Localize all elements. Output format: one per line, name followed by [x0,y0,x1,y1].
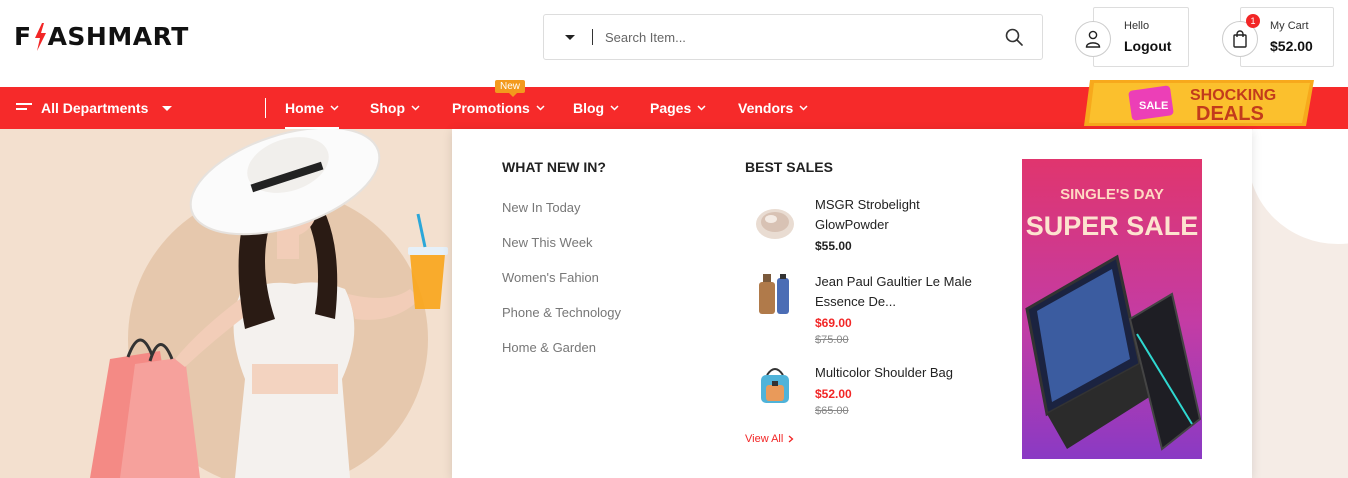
caret-down-icon [162,105,173,111]
nav-item-home[interactable]: Home [285,87,339,129]
product-item[interactable]: Multicolor Shoulder Bag $52.00 $65.00 [745,363,975,433]
whats-new-title: WHAT NEW IN? [502,159,606,175]
best-sales-title: BEST SALES [745,159,833,175]
chevron-down-icon [697,105,706,111]
product-price: $55.00 [815,239,852,253]
search-bar [543,14,1043,60]
chevron-down-icon [799,105,808,111]
logo[interactable]: F ASHMART [14,22,189,51]
account-greeting: Hello [1124,20,1150,32]
cart-widget[interactable]: 1 My Cart $52.00 [1222,7,1334,67]
banner-badge-text: SALE [1139,100,1168,112]
chevron-down-icon [411,105,420,111]
product-name[interactable]: MSGR Strobelight GlowPowder [815,195,985,235]
link-womens-fashion[interactable]: Women's Fahion [502,270,599,285]
new-badge: New [495,80,526,97]
product-item[interactable]: MSGR Strobelight GlowPowder $55.00 [745,195,975,265]
product-price: $69.00 [815,316,852,330]
shoulder-bag-image [761,368,789,403]
product-price: $52.00 [815,387,852,401]
banner-line1: SHOCKING [1190,87,1276,104]
all-departments-label: All Departments [41,100,149,116]
cart-label: My Cart [1270,20,1309,32]
nav-item-label: Blog [573,100,605,116]
chevron-down-icon [610,105,619,111]
menu-icon [16,103,32,110]
mega-menu: WHAT NEW IN? New In Today New This Week … [452,129,1252,478]
view-all-link[interactable]: View All [745,433,795,445]
lightning-bolt-icon [34,22,46,51]
perfume-bottle-image [759,274,789,314]
search-input[interactable] [605,29,985,45]
product-old-price: $75.00 [815,334,849,346]
nav-item-label: Promotions [452,100,530,116]
logo-text-right: ASHMART [47,22,189,51]
promo-banner[interactable]: SINGLE'S DAY SUPER SALE [1022,159,1202,459]
banner-line2: DEALS [1196,103,1264,125]
chevron-down-icon [536,105,545,111]
link-phone-technology[interactable]: Phone & Technology [502,305,621,320]
view-all-label: View All [745,433,784,445]
promo-line1: SINGLE'S DAY [1060,186,1164,203]
product-item[interactable]: Jean Paul Gaultier Le Male Essence De...… [745,272,975,346]
product-name[interactable]: Jean Paul Gaultier Le Male Essence De... [815,272,985,312]
cart-total: $52.00 [1270,38,1313,54]
chevron-right-icon [788,435,794,443]
product-name[interactable]: Multicolor Shoulder Bag [815,363,985,383]
all-departments-button[interactable]: All Departments [16,87,173,129]
user-icon[interactable] [1075,21,1111,57]
nav-item-label: Shop [370,100,405,116]
search-icon[interactable] [1005,28,1023,46]
promo-line2: SUPER SALE [1026,211,1199,241]
nav-item-label: Pages [650,100,692,116]
shocking-deals-banner[interactable]: SALE SHOCKING DEALS [1084,78,1324,128]
header: F ASHMART Hello Logout [0,0,1348,87]
search-divider [592,29,593,45]
link-home-garden[interactable]: Home & Garden [502,340,596,355]
nav-item-label: Vendors [738,100,794,116]
link-new-this-week[interactable]: New This Week [502,235,593,250]
powder-compact-image [756,209,794,239]
logo-text-left: F [14,22,32,51]
nav-item-vendors[interactable]: Vendors [738,87,808,129]
cart-count-badge: 1 [1246,14,1260,28]
nav-item-promotions[interactable]: Promotions [452,87,545,129]
nav-item-pages[interactable]: Pages [650,87,706,129]
nav-item-shop[interactable]: Shop [370,87,420,129]
chevron-down-icon [330,105,339,111]
product-old-price: $65.00 [815,405,849,417]
nav-divider [265,98,266,118]
hero-model-image [90,129,448,478]
logout-link[interactable]: Logout [1124,38,1171,54]
nav-item-blog[interactable]: Blog [573,87,619,129]
link-new-in-today[interactable]: New In Today [502,200,581,215]
caret-down-icon[interactable] [565,34,575,40]
account-widget[interactable]: Hello Logout [1075,7,1189,67]
nav-item-label: Home [285,100,324,116]
